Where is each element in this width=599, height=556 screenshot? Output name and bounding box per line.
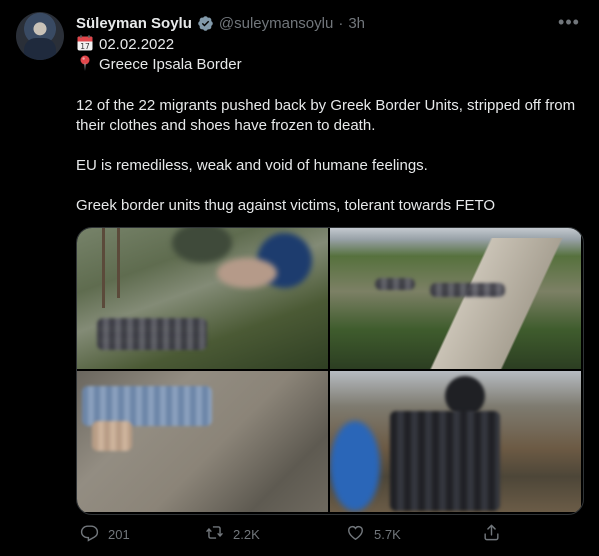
reply-count: 201	[108, 526, 130, 542]
date-text: 02.02.2022	[99, 36, 175, 53]
author-name[interactable]: Süleyman Soylu	[76, 15, 192, 32]
tweet-text: 12 of the 22 migrants pushed back by Gre…	[76, 96, 586, 216]
location-line: Greece Ipsala Border	[76, 54, 242, 75]
tweet-paragraph: EU is remediless, weak and void of human…	[76, 157, 428, 174]
more-icon[interactable]: •••	[557, 13, 581, 31]
media-photo[interactable]	[77, 371, 328, 512]
tweet-actions: 201 2.2K 5.7K	[70, 520, 500, 548]
tweet-paragraph: 12 of the 22 migrants pushed back by Gre…	[76, 97, 576, 134]
separator-dot: ·	[338, 14, 344, 32]
media-photo[interactable]	[330, 228, 581, 369]
share-icon	[482, 523, 501, 545]
media-photo[interactable]	[330, 371, 581, 512]
tweet-paragraph: Greek border units thug against victims,…	[76, 197, 496, 214]
like-icon	[346, 523, 365, 545]
share-button[interactable]	[482, 520, 501, 548]
retweet-icon	[205, 523, 224, 545]
verified-badge-icon	[197, 15, 214, 32]
like-count: 5.7K	[374, 526, 401, 542]
calendar-icon: 17	[76, 34, 94, 52]
tweet-header: Süleyman Soylu @suleymansoylu · 3h	[76, 12, 365, 34]
reply-button[interactable]: 201	[80, 520, 130, 548]
svg-text:17: 17	[80, 42, 90, 51]
date-line: 17 02.02.2022	[76, 34, 174, 55]
retweet-button[interactable]: 2.2K	[205, 520, 260, 548]
location-text: Greece Ipsala Border	[99, 56, 242, 73]
like-button[interactable]: 5.7K	[346, 520, 401, 548]
avatar[interactable]	[16, 12, 64, 60]
media-photo[interactable]	[77, 228, 328, 369]
reply-icon	[80, 523, 99, 545]
pin-icon	[76, 54, 94, 72]
media-grid	[76, 227, 584, 515]
author-handle[interactable]: @suleymansoylu	[219, 15, 333, 32]
retweet-count: 2.2K	[233, 526, 260, 542]
timestamp[interactable]: 3h	[348, 15, 365, 32]
